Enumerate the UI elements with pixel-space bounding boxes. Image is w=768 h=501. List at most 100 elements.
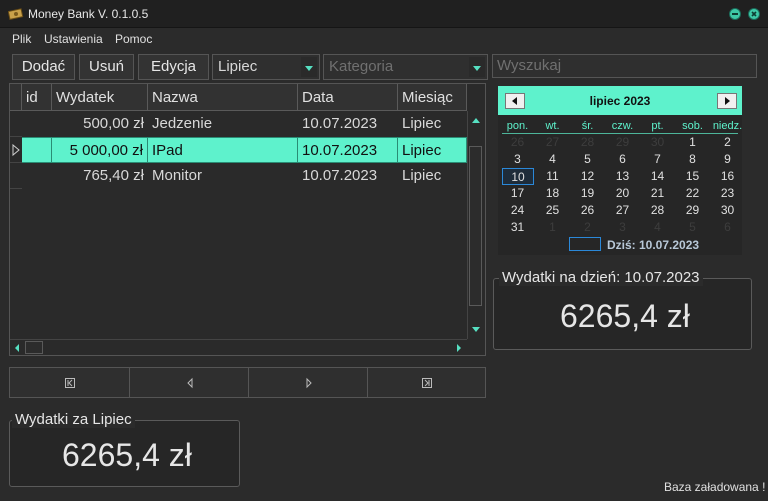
calendar-day[interactable]: 19 bbox=[570, 185, 605, 202]
menu-pomoc[interactable]: Pomoc bbox=[115, 32, 152, 46]
status-text: Baza załadowana ! bbox=[664, 480, 766, 494]
cell-date: 10.07.2023 bbox=[302, 115, 378, 132]
calendar-day[interactable]: 29 bbox=[675, 202, 710, 219]
calendar-day[interactable]: 30 bbox=[710, 202, 745, 219]
calendar-day[interactable]: 14 bbox=[640, 168, 675, 185]
last-record-button[interactable] bbox=[368, 368, 485, 397]
column-header-amount[interactable]: Wydatek bbox=[52, 84, 148, 111]
chevron-down-icon bbox=[469, 57, 485, 77]
expenses-table[interactable]: id Wydatek Nazwa Data Miesiąc 500,00 zł … bbox=[9, 83, 486, 356]
calendar-day[interactable]: 3 bbox=[605, 219, 640, 236]
day-expenses-title: Wydatki na dzień: 10.07.2023 bbox=[499, 269, 703, 286]
calendar-weekday: pt. bbox=[651, 120, 664, 132]
calendar-day[interactable]: 21 bbox=[640, 185, 675, 202]
today-marker bbox=[569, 237, 601, 251]
calendar-day[interactable]: 18 bbox=[535, 185, 570, 202]
calendar-day[interactable]: 6 bbox=[710, 219, 745, 236]
calendar-today-label[interactable]: Dziś: 10.07.2023 bbox=[607, 238, 699, 252]
last-record-icon bbox=[422, 378, 432, 388]
close-button[interactable] bbox=[748, 8, 760, 20]
row-header[interactable] bbox=[10, 163, 22, 189]
calendar-day[interactable]: 26 bbox=[570, 202, 605, 219]
money-icon bbox=[8, 8, 24, 20]
scrollbar-thumb[interactable] bbox=[469, 146, 482, 306]
edit-button[interactable]: Edycja bbox=[138, 54, 209, 80]
calendar-day-selected[interactable]: 10 bbox=[502, 168, 534, 185]
add-button[interactable]: Dodać bbox=[12, 54, 75, 80]
calendar-day[interactable]: 3 bbox=[500, 151, 535, 168]
cell-date: 10.07.2023 bbox=[302, 167, 378, 184]
cell-id bbox=[22, 137, 52, 163]
calendar-day[interactable]: 5 bbox=[675, 219, 710, 236]
previous-month-button[interactable] bbox=[505, 93, 525, 109]
calendar-day[interactable]: 7 bbox=[640, 151, 675, 168]
column-header-month[interactable]: Miesiąc bbox=[398, 84, 467, 111]
calendar-day[interactable]: 4 bbox=[640, 219, 675, 236]
calendar-day[interactable]: 4 bbox=[535, 151, 570, 168]
menu-ustawienia[interactable]: Ustawienia bbox=[44, 32, 103, 46]
column-header-id[interactable]: id bbox=[22, 84, 52, 111]
previous-record-icon bbox=[187, 377, 193, 389]
category-placeholder: Kategoria bbox=[329, 58, 394, 75]
row-header[interactable] bbox=[10, 137, 22, 163]
previous-record-button[interactable] bbox=[130, 368, 249, 397]
calendar-day[interactable]: 29 bbox=[605, 134, 640, 151]
column-header-date[interactable]: Data bbox=[298, 84, 398, 111]
first-record-button[interactable] bbox=[10, 368, 130, 397]
calendar-day[interactable]: 30 bbox=[640, 134, 675, 151]
calendar-day[interactable]: 13 bbox=[605, 168, 640, 185]
category-select[interactable]: Kategoria bbox=[323, 54, 488, 80]
calendar-day[interactable]: 12 bbox=[570, 168, 605, 185]
calendar-day[interactable]: 17 bbox=[500, 185, 535, 202]
calendar-day[interactable]: 5 bbox=[570, 151, 605, 168]
calendar-day[interactable]: 2 bbox=[570, 219, 605, 236]
calendar[interactable]: lipiec 2023 pon. wt. śr. czw. pt. sob. niedz. … bbox=[498, 86, 742, 255]
title-bar: Money Bank V. 0.1.0.5 bbox=[0, 0, 768, 28]
close-icon bbox=[751, 11, 757, 17]
calendar-day[interactable]: 26 bbox=[500, 134, 535, 151]
calendar-day[interactable]: 16 bbox=[710, 168, 745, 185]
calendar-day[interactable]: 15 bbox=[675, 168, 710, 185]
calendar-day[interactable]: 28 bbox=[570, 134, 605, 151]
arrow-left-icon bbox=[512, 97, 517, 105]
calendar-day[interactable]: 24 bbox=[500, 202, 535, 219]
cell-amount: 5 000,00 zł bbox=[52, 137, 148, 163]
scrollbar-thumb[interactable] bbox=[25, 341, 43, 354]
next-record-button[interactable] bbox=[249, 368, 368, 397]
calendar-header: lipiec 2023 bbox=[498, 86, 742, 115]
next-month-button[interactable] bbox=[717, 93, 737, 109]
cell-name: Monitor bbox=[152, 167, 203, 184]
horizontal-scrollbar[interactable] bbox=[10, 339, 467, 355]
calendar-day[interactable]: 28 bbox=[640, 202, 675, 219]
scroll-right-icon bbox=[457, 344, 461, 352]
row-header[interactable] bbox=[10, 111, 22, 137]
delete-button[interactable]: Usuń bbox=[79, 54, 134, 80]
month-select[interactable]: Lipiec bbox=[212, 54, 320, 80]
calendar-day[interactable]: 23 bbox=[710, 185, 745, 202]
calendar-weekday: pon. bbox=[506, 120, 529, 132]
menu-plik[interactable]: Plik bbox=[12, 32, 31, 46]
calendar-day[interactable]: 9 bbox=[710, 151, 745, 168]
current-row-icon bbox=[12, 143, 20, 157]
calendar-day[interactable]: 8 bbox=[675, 151, 710, 168]
column-header-name[interactable]: Nazwa bbox=[148, 84, 298, 111]
calendar-day[interactable]: 11 bbox=[535, 168, 570, 185]
calendar-day[interactable]: 6 bbox=[605, 151, 640, 168]
minimize-button[interactable] bbox=[729, 8, 741, 20]
calendar-day[interactable]: 1 bbox=[675, 134, 710, 151]
vertical-scrollbar[interactable] bbox=[467, 111, 483, 339]
calendar-day[interactable]: 20 bbox=[605, 185, 640, 202]
calendar-day[interactable]: 22 bbox=[675, 185, 710, 202]
calendar-day[interactable]: 1 bbox=[535, 219, 570, 236]
cell-id bbox=[22, 163, 52, 189]
calendar-day[interactable]: 27 bbox=[605, 202, 640, 219]
calendar-day[interactable]: 27 bbox=[535, 134, 570, 151]
record-navigator bbox=[9, 367, 486, 398]
calendar-day[interactable]: 31 bbox=[500, 219, 535, 236]
calendar-weekday: czw. bbox=[611, 120, 634, 132]
search-input[interactable]: Wyszukaj bbox=[492, 54, 757, 78]
calendar-weekday: sob. bbox=[682, 120, 703, 132]
cell-month: Lipiec bbox=[402, 167, 442, 184]
calendar-day[interactable]: 25 bbox=[535, 202, 570, 219]
calendar-day[interactable]: 2 bbox=[710, 134, 745, 151]
